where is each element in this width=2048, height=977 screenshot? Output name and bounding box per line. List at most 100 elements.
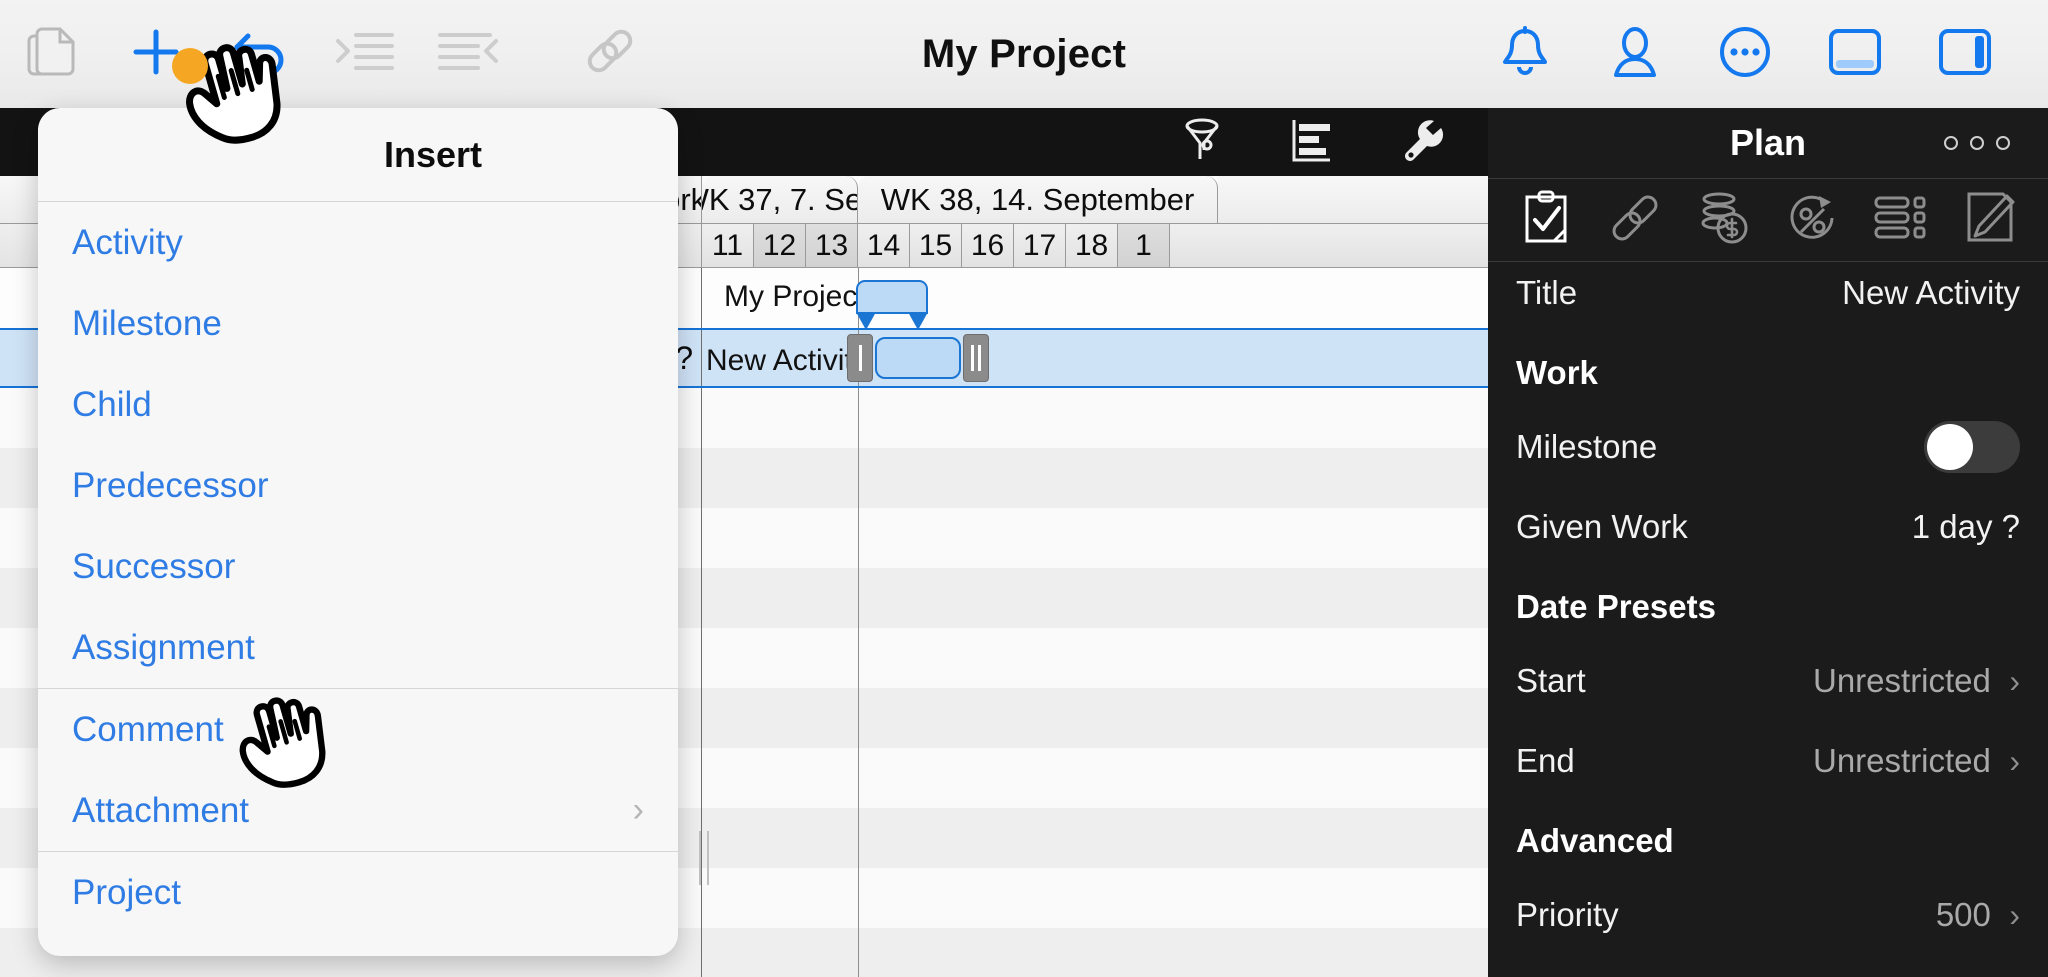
plan-field-priority[interactable]: Priority 500 › (1516, 884, 2020, 946)
field-value: 1 day ? (1911, 508, 2020, 545)
person-icon (1610, 25, 1660, 84)
field-value: Unrestricted (1813, 662, 1991, 699)
toolbar-right-group (1470, 0, 2020, 108)
field-value-group: Unrestricted › (1813, 742, 2020, 780)
menu-item-child[interactable]: Child (38, 364, 678, 445)
plan-fields: Title New Activity Work Milestone Given … (1488, 262, 2048, 946)
chevron-right-icon: › (2009, 663, 2020, 699)
more-circle-icon (1718, 25, 1772, 84)
menu-item-activity[interactable]: Activity (38, 202, 678, 283)
header-week-38: WK 38, 14. September (858, 176, 1218, 224)
menu-item-comment[interactable]: Comment (38, 689, 678, 770)
right-panel-button[interactable] (1910, 0, 2020, 108)
day-cell-14: 14 (858, 224, 910, 268)
filter-icon (1181, 117, 1223, 168)
day-cell-19: 1 (1118, 224, 1170, 268)
header-week-37: WK 37, 7. Sep (702, 176, 858, 224)
menu-item-assignment[interactable]: Assignment (38, 607, 678, 688)
milestone-toggle[interactable] (1924, 421, 2020, 473)
header-week-overflow (1218, 176, 1488, 224)
day-cell-13: 13 (806, 224, 858, 268)
plan-section-advanced: Advanced (1516, 822, 1674, 859)
top-toolbar: My Project (0, 0, 2048, 108)
menu-item-label: Predecessor (72, 465, 269, 505)
plan-tab-general[interactable] (1510, 188, 1582, 252)
plan-section-work: Work (1516, 354, 1598, 391)
row-label: My Project (724, 280, 866, 313)
column-splitter-handle[interactable] (696, 831, 712, 885)
field-value-group: Unrestricted › (1813, 662, 2020, 700)
day-cell-18: 18 (1066, 224, 1118, 268)
plan-header: Plan (1488, 108, 2048, 178)
plan-title: Plan (1729, 122, 1807, 163)
bottom-panel-button[interactable] (1800, 0, 1910, 108)
field-value-group: 500 › (1936, 896, 2020, 934)
cursor-highlight-dot (172, 48, 208, 84)
day-cell-12: 12 (754, 224, 806, 268)
plan-tab-notes[interactable] (1954, 188, 2026, 252)
chevron-right-icon: › (2009, 743, 2020, 779)
link-icon (1610, 190, 1660, 251)
insert-menu: Insert Activity Milestone Child Predeces… (38, 108, 678, 956)
app-root: My Project K 37, 7. S WK 38, 14. Septemb… (0, 0, 2048, 977)
menu-item-project[interactable]: Project (38, 852, 678, 933)
settings-button[interactable] (1396, 119, 1448, 165)
plan-tab-progress[interactable] (1776, 188, 1848, 252)
field-value: New Activity (1842, 274, 2020, 311)
menu-item-attachment[interactable]: Attachment › (38, 770, 678, 851)
field-label: Given Work (1516, 508, 1688, 545)
list-icon (1874, 192, 1928, 249)
menu-item-milestone[interactable]: Milestone (38, 283, 678, 364)
chevron-right-icon: › (2009, 897, 2020, 933)
plan-field-milestone[interactable]: Milestone (1516, 416, 2020, 478)
percent-progress-icon (1785, 190, 1839, 251)
plan-more-button[interactable] (1944, 136, 2010, 150)
menu-item-label: Attachment (72, 790, 250, 830)
day-cell-17: 17 (1014, 224, 1066, 268)
bell-icon (1500, 25, 1550, 84)
chart-icon (1290, 117, 1334, 168)
day-cell-overflow (1170, 224, 1488, 268)
plan-field-start[interactable]: Start Unrestricted › (1516, 650, 2020, 712)
menu-item-successor[interactable]: Successor (38, 526, 678, 607)
chart-button[interactable] (1286, 119, 1338, 165)
menu-item-label: Child (72, 384, 152, 424)
more-button[interactable] (1690, 0, 1800, 108)
account-button[interactable] (1580, 0, 1690, 108)
plan-tab-links[interactable] (1599, 188, 1671, 252)
activity-bar[interactable] (847, 334, 989, 382)
row-label: New Activity (706, 344, 868, 377)
plan-section-date-presets: Date Presets (1516, 588, 1716, 625)
bell-button[interactable] (1470, 0, 1580, 108)
row-timeline: My Project (702, 268, 1488, 330)
row-timeline: New Activity (702, 330, 1488, 386)
plan-field-end[interactable]: End Unrestricted › (1516, 730, 2020, 792)
menu-item-label: Activity (72, 222, 183, 262)
plan-tab-resources[interactable] (1865, 188, 1937, 252)
chevron-right-icon: › (632, 791, 644, 829)
field-value: Unrestricted (1813, 742, 1991, 779)
field-label: Priority (1516, 896, 1619, 933)
field-label: Start (1516, 662, 1586, 699)
filter-button[interactable] (1176, 117, 1228, 168)
insert-menu-title: Insert (38, 108, 678, 202)
menu-item-label: Project (72, 872, 181, 912)
wrench-icon (1400, 117, 1444, 168)
bar-body[interactable] (875, 337, 961, 379)
menu-item-label: Successor (72, 546, 236, 586)
bar-left-grip[interactable] (847, 334, 873, 382)
summary-bar[interactable] (856, 280, 928, 330)
pencil-edit-icon (1963, 190, 2017, 251)
plan-tab-cost[interactable] (1688, 188, 1760, 252)
day-cell-16: 16 (962, 224, 1014, 268)
plan-field-given-work[interactable]: Given Work 1 day ? (1516, 496, 2020, 558)
menu-item-predecessor[interactable]: Predecessor (38, 445, 678, 526)
day-cell-11: 11 (702, 224, 754, 268)
field-value: 500 (1935, 896, 1991, 933)
menu-item-label: Milestone (72, 303, 222, 343)
field-label: End (1516, 742, 1575, 779)
plan-field-title[interactable]: Title New Activity (1516, 262, 2020, 324)
bar-right-grip[interactable] (963, 334, 989, 382)
field-label: Milestone (1516, 428, 1658, 465)
plan-panel: Plan Title New Activity Work Milestone G… (1488, 108, 2048, 977)
